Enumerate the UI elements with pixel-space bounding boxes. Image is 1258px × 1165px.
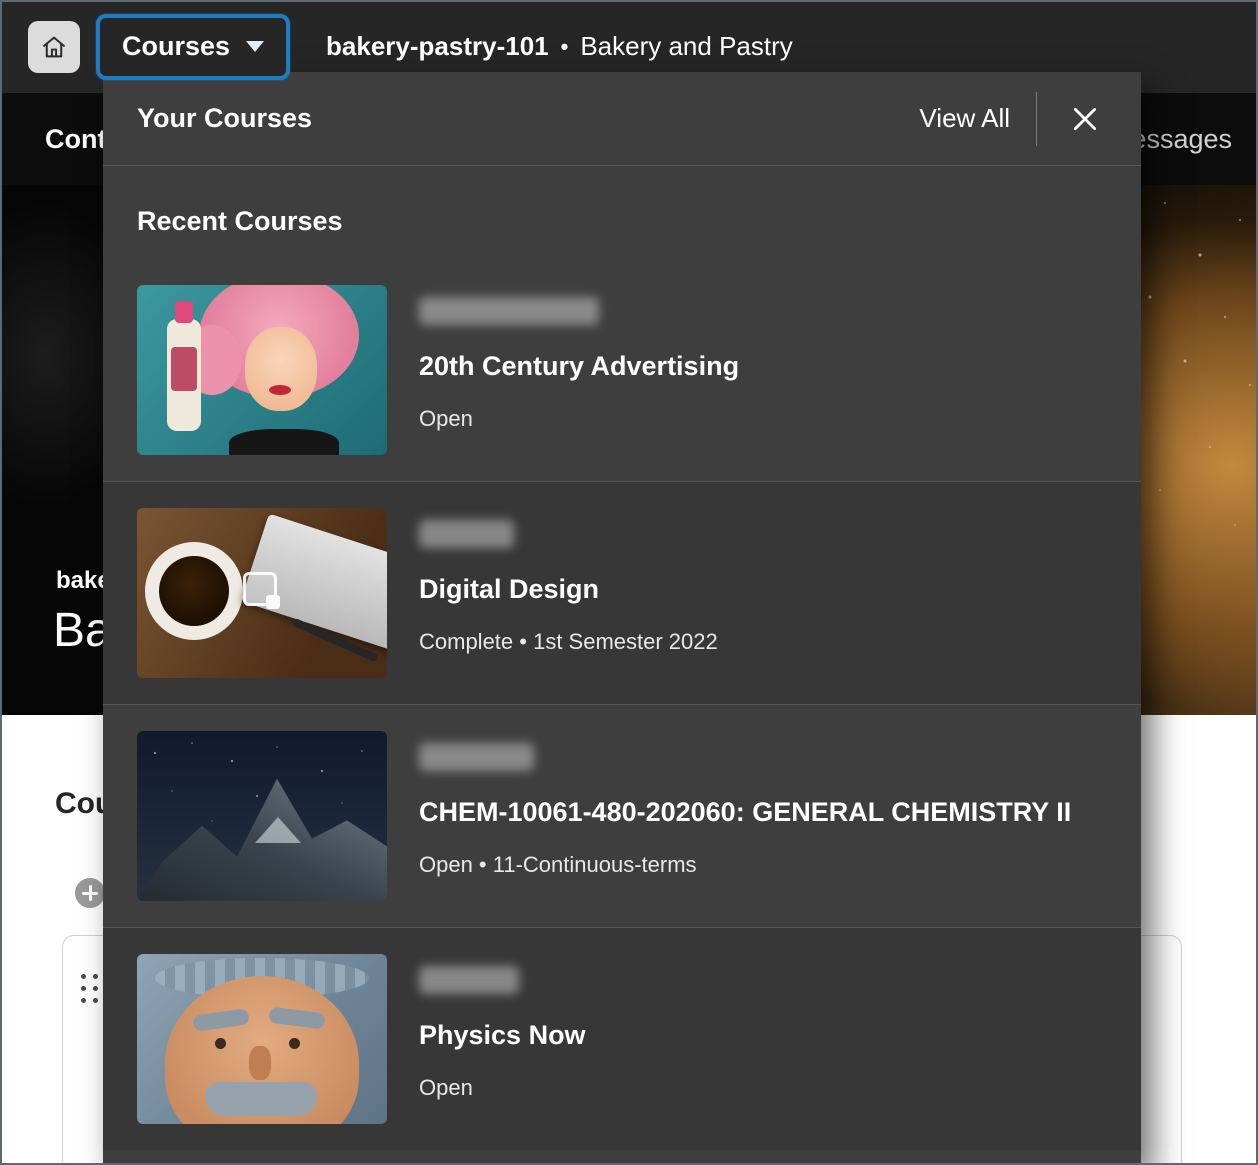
course-thumbnail-coffee-notebook: [137, 508, 387, 678]
chevron-down-icon: [246, 41, 264, 52]
course-status: Complete • 1st Semester 2022: [419, 629, 718, 655]
panel-header-actions: View All: [919, 92, 1107, 146]
course-id-blurred: [419, 743, 534, 771]
panel-header: Your Courses View All: [103, 72, 1141, 166]
courses-menu-button[interactable]: Courses: [96, 14, 290, 80]
course-thumbnail-mountain-night: [137, 731, 387, 901]
breadcrumb-separator: •: [561, 34, 569, 60]
courses-menu-label: Courses: [122, 31, 230, 62]
recent-courses-list: 20th Century Advertising Open Digital De…: [103, 259, 1141, 1150]
your-courses-dropdown-panel: Your Courses View All Recent Courses: [103, 72, 1141, 1165]
course-row-physics-now[interactable]: Physics Now Open: [103, 927, 1141, 1150]
document-overlay-icon: [243, 572, 277, 606]
course-status: Open: [419, 1075, 586, 1101]
course-id-blurred: [419, 297, 599, 325]
recent-courses-heading: Recent Courses: [137, 206, 1141, 237]
panel-title: Your Courses: [137, 103, 312, 134]
course-info: Digital Design Complete • 1st Semester 2…: [419, 508, 718, 678]
view-all-link[interactable]: View All: [919, 103, 1010, 134]
course-info: Physics Now Open: [419, 954, 586, 1124]
home-button[interactable]: [28, 21, 80, 73]
breadcrumb-course-code: bakery-pastry-101: [326, 31, 549, 62]
course-title: 20th Century Advertising: [419, 351, 739, 382]
course-id-blurred: [419, 520, 514, 548]
course-title: Physics Now: [419, 1020, 586, 1051]
course-title: Digital Design: [419, 574, 718, 605]
course-row-general-chemistry-ii[interactable]: CHEM-10061-480-202060: GENERAL CHEMISTRY…: [103, 704, 1141, 927]
add-content-button[interactable]: [75, 878, 105, 908]
breadcrumb: bakery-pastry-101 • Bakery and Pastry: [326, 31, 793, 62]
close-icon: [1070, 104, 1100, 134]
course-thumbnail-einstein-figurine: [137, 954, 387, 1124]
header-divider: [1036, 92, 1037, 146]
course-row-20th-century-advertising[interactable]: 20th Century Advertising Open: [103, 259, 1141, 481]
course-info: 20th Century Advertising Open: [419, 285, 739, 455]
course-thumbnail-vintage-advertising: [137, 285, 387, 455]
course-id-blurred: [419, 966, 519, 994]
drag-handle-icon[interactable]: [81, 974, 98, 1003]
course-info: CHEM-10061-480-202060: GENERAL CHEMISTRY…: [419, 731, 1071, 901]
course-status: Open: [419, 406, 739, 432]
course-title: CHEM-10061-480-202060: GENERAL CHEMISTRY…: [419, 797, 1071, 828]
course-status: Open • 11-Continuous-terms: [419, 852, 1071, 878]
breadcrumb-course-title: Bakery and Pastry: [580, 31, 792, 62]
course-row-digital-design[interactable]: Digital Design Complete • 1st Semester 2…: [103, 481, 1141, 704]
home-icon: [40, 33, 68, 61]
close-button[interactable]: [1063, 97, 1107, 141]
